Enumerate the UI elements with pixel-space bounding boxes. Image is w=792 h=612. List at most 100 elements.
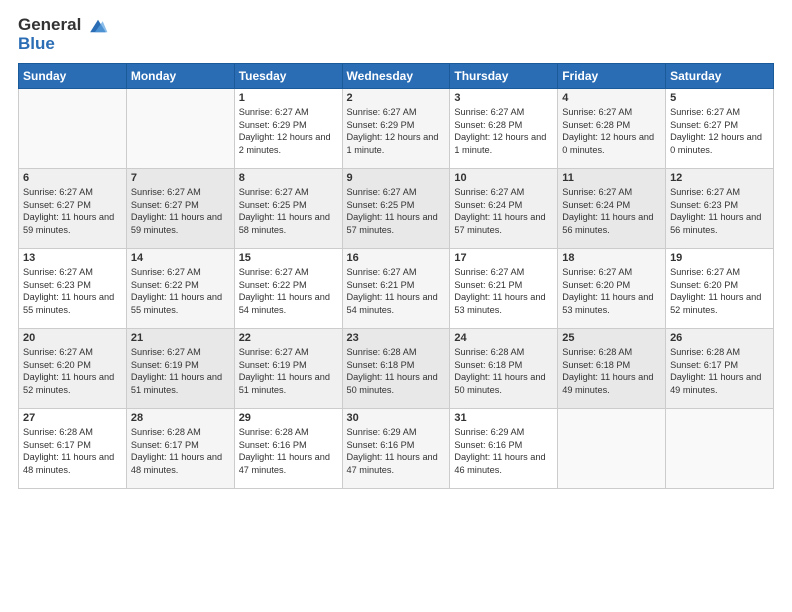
calendar-cell: 8 Sunrise: 6:27 AM Sunset: 6:25 PM Daylig…: [234, 169, 342, 249]
day-number: 16: [347, 252, 446, 264]
day-number: 9: [347, 172, 446, 184]
day-content: Sunrise: 6:27 AM Sunset: 6:24 PM Dayligh…: [454, 186, 553, 236]
day-content: Sunrise: 6:29 AM Sunset: 6:16 PM Dayligh…: [454, 426, 553, 476]
day-content: Sunrise: 6:28 AM Sunset: 6:18 PM Dayligh…: [454, 346, 553, 396]
calendar-cell: 20Sunrise: 6:27 AM Sunset: 6:20 PM Dayli…: [19, 329, 127, 409]
day-content: Sunrise: 6:27 AM Sunset: 6:22 PM Dayligh…: [131, 266, 230, 316]
calendar-cell: 25 Sunrise: 6:28 AM Sunset: 6:18 PM Dayli…: [558, 329, 666, 409]
day-content: Sunrise: 6:27 AM Sunset: 6:27 PM Dayligh…: [670, 106, 769, 156]
calendar-cell: 7 Sunrise: 6:27 AM Sunset: 6:27 PM Daylig…: [126, 169, 234, 249]
day-number: 30: [347, 412, 446, 424]
calendar-cell: 28Sunrise: 6:28 AM Sunset: 6:17 PM Dayli…: [126, 409, 234, 489]
calendar-cell: 22Sunrise: 6:27 AM Sunset: 6:19 PM Dayli…: [234, 329, 342, 409]
calendar-cell: 11Sunrise: 6:27 AM Sunset: 6:24 PM Dayli…: [558, 169, 666, 249]
day-number: 17: [454, 252, 553, 264]
day-number: 5: [670, 92, 769, 104]
day-content: Sunrise: 6:28 AM Sunset: 6:17 PM Dayligh…: [670, 346, 769, 396]
calendar-cell: 27Sunrise: 6:28 AM Sunset: 6:17 PM Dayli…: [19, 409, 127, 489]
weekday-header-saturday: Saturday: [666, 64, 774, 89]
calendar-cell: [126, 89, 234, 169]
calendar-cell: [19, 89, 127, 169]
day-content: Sunrise: 6:28 AM Sunset: 6:18 PM Dayligh…: [562, 346, 661, 396]
day-number: 15: [239, 252, 338, 264]
calendar-week-2: 6 Sunrise: 6:27 AM Sunset: 6:27 PM Daylig…: [19, 169, 774, 249]
calendar-cell: 12Sunrise: 6:27 AM Sunset: 6:23 PM Dayli…: [666, 169, 774, 249]
calendar-cell: 2Sunrise: 6:27 AM Sunset: 6:29 PM Daylig…: [342, 89, 450, 169]
day-number: 1: [239, 92, 338, 104]
day-number: 23: [347, 332, 446, 344]
calendar-cell: 17 Sunrise: 6:27 AM Sunset: 6:21 PM Dayli…: [450, 249, 558, 329]
weekday-header-friday: Friday: [558, 64, 666, 89]
day-content: Sunrise: 6:27 AM Sunset: 6:27 PM Dayligh…: [131, 186, 230, 236]
day-content: Sunrise: 6:27 AM Sunset: 6:29 PM Dayligh…: [347, 106, 446, 156]
day-content: Sunrise: 6:27 AM Sunset: 6:25 PM Dayligh…: [239, 186, 338, 236]
day-content: Sunrise: 6:27 AM Sunset: 6:19 PM Dayligh…: [131, 346, 230, 396]
day-content: Sunrise: 6:27 AM Sunset: 6:29 PM Dayligh…: [239, 106, 338, 156]
day-content: Sunrise: 6:28 AM Sunset: 6:18 PM Dayligh…: [347, 346, 446, 396]
weekday-header-tuesday: Tuesday: [234, 64, 342, 89]
calendar-cell: 9Sunrise: 6:27 AM Sunset: 6:25 PM Daylig…: [342, 169, 450, 249]
calendar-week-4: 20Sunrise: 6:27 AM Sunset: 6:20 PM Dayli…: [19, 329, 774, 409]
calendar-cell: 15 Sunrise: 6:27 AM Sunset: 6:22 PM Dayli…: [234, 249, 342, 329]
calendar-cell: 24 Sunrise: 6:28 AM Sunset: 6:18 PM Dayli…: [450, 329, 558, 409]
day-number: 13: [23, 252, 122, 264]
day-number: 8: [239, 172, 338, 184]
calendar-cell: 6 Sunrise: 6:27 AM Sunset: 6:27 PM Daylig…: [19, 169, 127, 249]
day-number: 29: [239, 412, 338, 424]
calendar-cell: 18 Sunrise: 6:27 AM Sunset: 6:20 PM Dayli…: [558, 249, 666, 329]
calendar-cell: 10 Sunrise: 6:27 AM Sunset: 6:24 PM Dayli…: [450, 169, 558, 249]
day-content: Sunrise: 6:27 AM Sunset: 6:20 PM Dayligh…: [562, 266, 661, 316]
day-number: 3: [454, 92, 553, 104]
calendar-week-1: 1 Sunrise: 6:27 AM Sunset: 6:29 PM Daylig…: [19, 89, 774, 169]
day-number: 31: [454, 412, 553, 424]
calendar-cell: 13 Sunrise: 6:27 AM Sunset: 6:23 PM Dayli…: [19, 249, 127, 329]
day-content: Sunrise: 6:29 AM Sunset: 6:16 PM Dayligh…: [347, 426, 446, 476]
calendar-cell: 23 Sunrise: 6:28 AM Sunset: 6:18 PM Dayli…: [342, 329, 450, 409]
weekday-header-thursday: Thursday: [450, 64, 558, 89]
day-number: 28: [131, 412, 230, 424]
day-number: 27: [23, 412, 122, 424]
calendar-cell: 26 Sunrise: 6:28 AM Sunset: 6:17 PM Dayli…: [666, 329, 774, 409]
day-content: Sunrise: 6:27 AM Sunset: 6:28 PM Dayligh…: [454, 106, 553, 156]
day-content: Sunrise: 6:27 AM Sunset: 6:24 PM Dayligh…: [562, 186, 661, 236]
calendar-cell: 21Sunrise: 6:27 AM Sunset: 6:19 PM Dayli…: [126, 329, 234, 409]
calendar-cell: 4 Sunrise: 6:27 AM Sunset: 6:28 PM Daylig…: [558, 89, 666, 169]
day-number: 26: [670, 332, 769, 344]
day-number: 25: [562, 332, 661, 344]
calendar-cell: 5 Sunrise: 6:27 AM Sunset: 6:27 PM Daylig…: [666, 89, 774, 169]
day-number: 14: [131, 252, 230, 264]
calendar-cell: [558, 409, 666, 489]
weekday-header-wednesday: Wednesday: [342, 64, 450, 89]
calendar-header-row: SundayMondayTuesdayWednesdayThursdayFrid…: [19, 64, 774, 89]
day-content: Sunrise: 6:28 AM Sunset: 6:16 PM Dayligh…: [239, 426, 338, 476]
day-number: 7: [131, 172, 230, 184]
day-content: Sunrise: 6:27 AM Sunset: 6:21 PM Dayligh…: [454, 266, 553, 316]
page: General Blue SundayMondayTuesdayWednesda…: [0, 0, 792, 612]
calendar-table: SundayMondayTuesdayWednesdayThursdayFrid…: [18, 63, 774, 489]
day-number: 18: [562, 252, 661, 264]
day-number: 24: [454, 332, 553, 344]
day-number: 19: [670, 252, 769, 264]
day-number: 20: [23, 332, 122, 344]
weekday-header-monday: Monday: [126, 64, 234, 89]
calendar-cell: 3 Sunrise: 6:27 AM Sunset: 6:28 PM Daylig…: [450, 89, 558, 169]
logo-general: General: [18, 16, 109, 35]
day-number: 10: [454, 172, 553, 184]
day-content: Sunrise: 6:27 AM Sunset: 6:27 PM Dayligh…: [23, 186, 122, 236]
day-content: Sunrise: 6:27 AM Sunset: 6:20 PM Dayligh…: [670, 266, 769, 316]
calendar-cell: [666, 409, 774, 489]
day-number: 4: [562, 92, 661, 104]
day-content: Sunrise: 6:27 AM Sunset: 6:22 PM Dayligh…: [239, 266, 338, 316]
day-content: Sunrise: 6:27 AM Sunset: 6:28 PM Dayligh…: [562, 106, 661, 156]
calendar-cell: 30 Sunrise: 6:29 AM Sunset: 6:16 PM Dayli…: [342, 409, 450, 489]
day-content: Sunrise: 6:27 AM Sunset: 6:21 PM Dayligh…: [347, 266, 446, 316]
weekday-header-sunday: Sunday: [19, 64, 127, 89]
calendar-cell: 29 Sunrise: 6:28 AM Sunset: 6:16 PM Dayli…: [234, 409, 342, 489]
day-content: Sunrise: 6:27 AM Sunset: 6:23 PM Dayligh…: [23, 266, 122, 316]
calendar-cell: 16 Sunrise: 6:27 AM Sunset: 6:21 PM Dayli…: [342, 249, 450, 329]
calendar-cell: 31 Sunrise: 6:29 AM Sunset: 6:16 PM Dayli…: [450, 409, 558, 489]
day-content: Sunrise: 6:27 AM Sunset: 6:23 PM Dayligh…: [670, 186, 769, 236]
calendar-week-5: 27Sunrise: 6:28 AM Sunset: 6:17 PM Dayli…: [19, 409, 774, 489]
day-number: 6: [23, 172, 122, 184]
calendar-cell: 1 Sunrise: 6:27 AM Sunset: 6:29 PM Daylig…: [234, 89, 342, 169]
